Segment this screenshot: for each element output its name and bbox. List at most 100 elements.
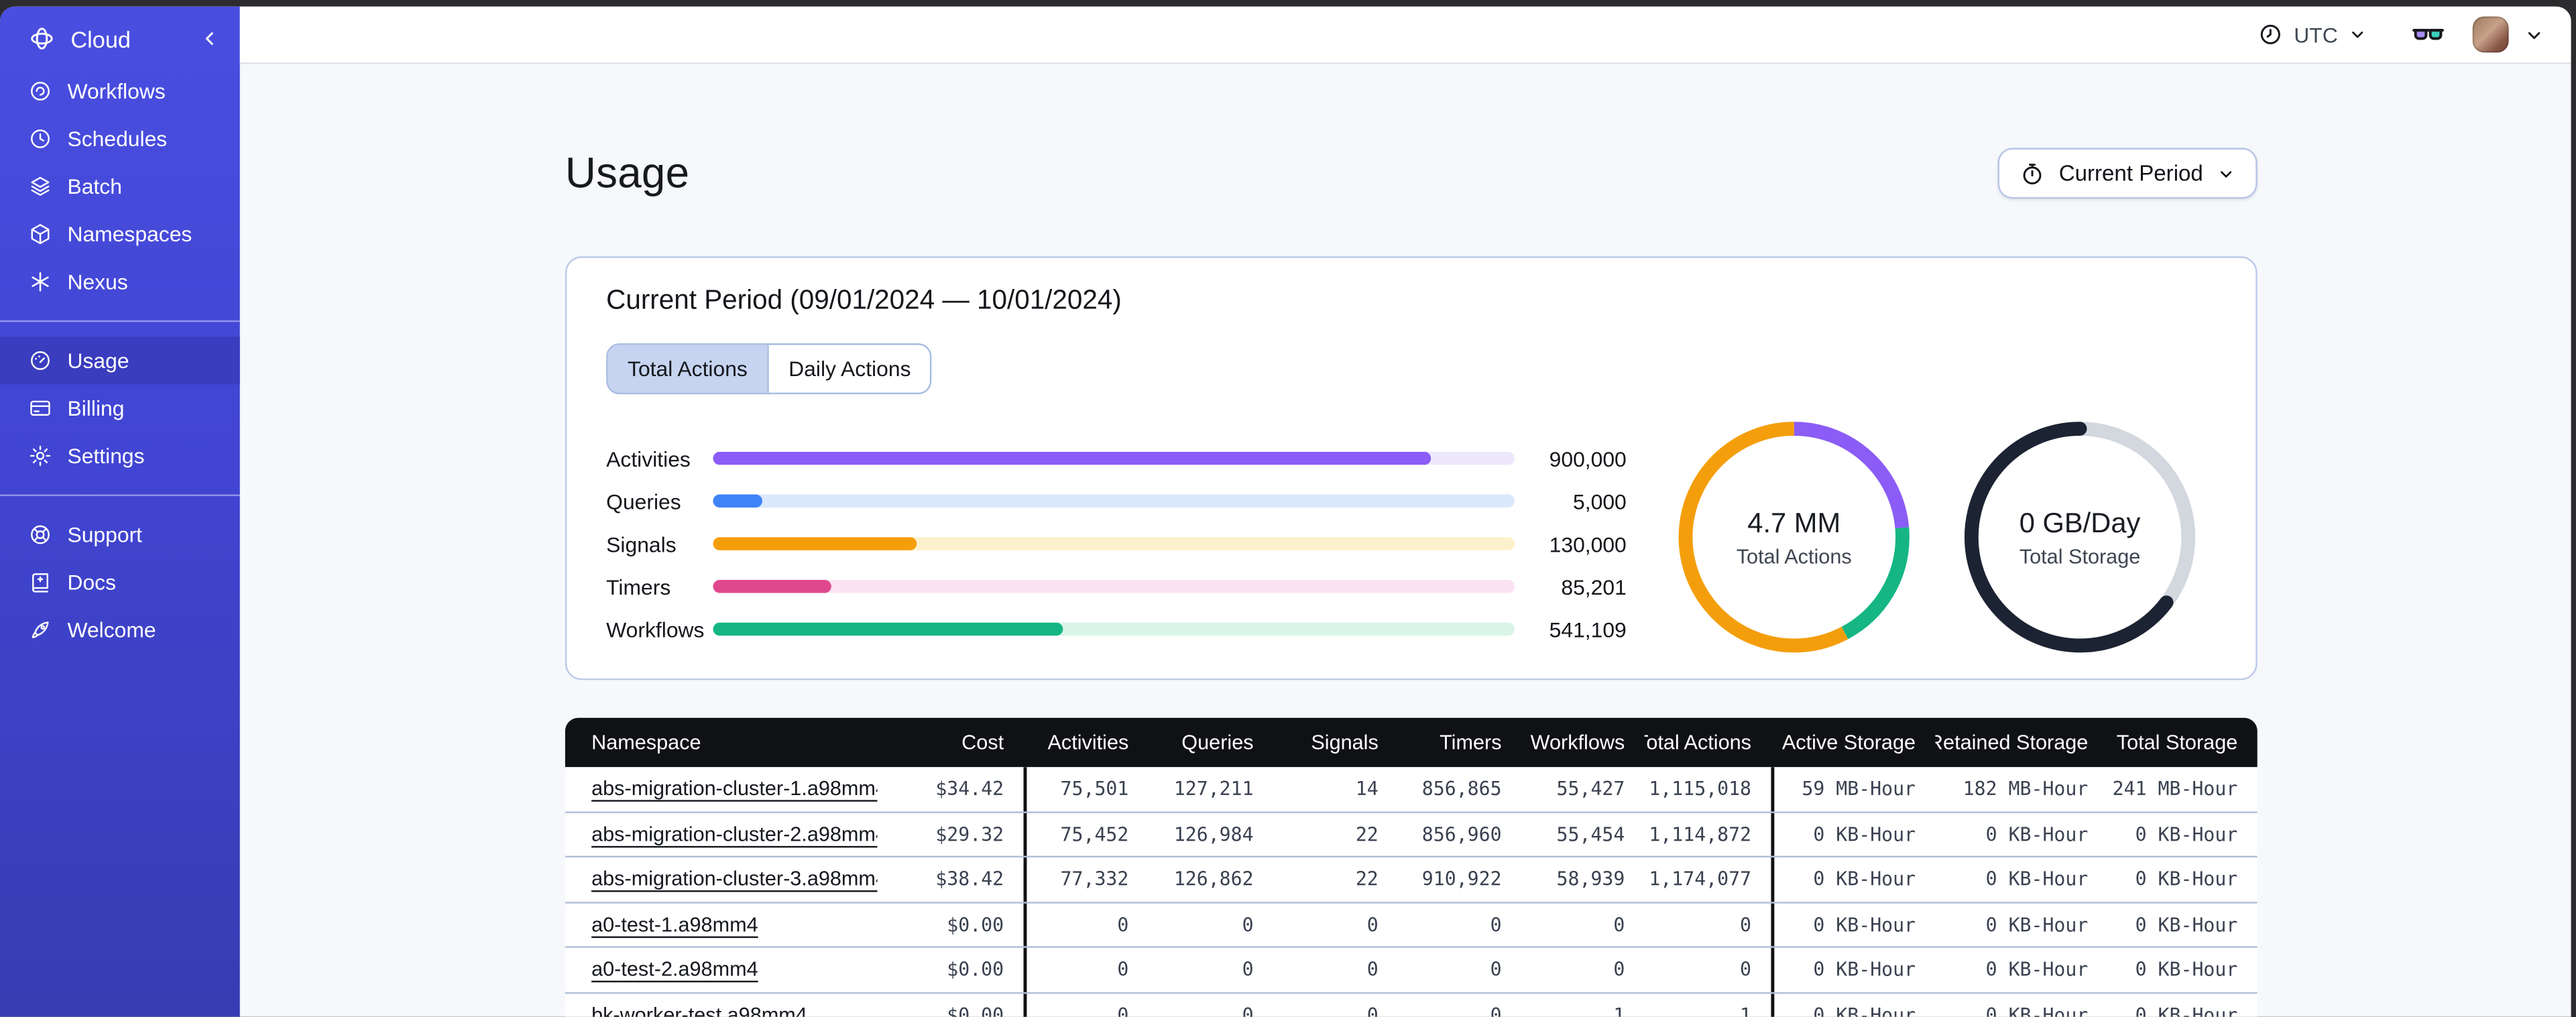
table-cell: 0 <box>1023 993 1149 1017</box>
table-cell: 55,454 <box>1556 822 1625 846</box>
sidebar-item-namespaces[interactable]: Namespaces <box>0 211 240 258</box>
tab-total-actions[interactable]: Total Actions <box>607 345 768 393</box>
sidebar-item-label: Settings <box>67 443 145 469</box>
batch-layers-icon <box>28 174 53 199</box>
table-row: a0-test-1.a98mm4 $0.00 0 0 0 0 0 0 0 KB-Hour 0 KB… <box>565 900 2258 947</box>
screen: Cloud Workflows Schedules Batch Namespac… <box>0 0 2576 1017</box>
bar-value: 541,109 <box>1549 617 1627 642</box>
welcome-rocket-icon <box>28 617 53 642</box>
bar-fill <box>713 622 1063 636</box>
namespace-link[interactable]: a0-test-2.a98mm4 <box>591 958 758 981</box>
usage-bar-row: Signals 130,000 <box>606 522 1627 565</box>
billing-card-icon <box>28 396 53 421</box>
table-cell: 856,865 <box>1421 777 1502 800</box>
brand-label: Cloud <box>70 25 131 52</box>
table-cell: 182 MB-Hour <box>1963 777 2089 800</box>
table-cell: $0.00 <box>947 1003 1004 1017</box>
table-cell: 0 KB-Hour <box>2135 822 2238 846</box>
donut-center-text: 0 GB/Day Total Storage <box>1956 414 2203 660</box>
app-window: Cloud Workflows Schedules Batch Namespac… <box>0 6 2571 1017</box>
bar-track <box>713 451 1515 465</box>
sidebar-item-settings[interactable]: Settings <box>0 432 240 479</box>
goggles-icon[interactable] <box>2410 17 2447 53</box>
table-cell: 0 KB-Hour <box>1771 902 1935 947</box>
table-cell: 1 <box>1740 1003 1752 1017</box>
usage-bar-row: Workflows 541,109 <box>606 608 1627 651</box>
table-cell: 0 KB-Hour <box>1771 993 1935 1017</box>
donut-center-text: 4.7 MM Total Actions <box>1671 414 1918 660</box>
namespace-link[interactable]: abs-migration-cluster-2.a98mm4 <box>591 823 877 845</box>
table-cell: 0 KB-Hour <box>1985 868 2089 891</box>
sidebar-item-label: Welcome <box>67 617 156 643</box>
total-storage-donut: 0 GB/Day Total Storage <box>1956 414 2203 660</box>
table-row: abs-migration-cluster-2.a98mm4 $29.32 75,4… <box>565 811 2258 856</box>
bar-fill <box>713 537 918 550</box>
column-header: Namespace <box>591 731 701 754</box>
sidebar-item-schedules[interactable]: Schedules <box>0 115 240 163</box>
sidebar-item-label: Batch <box>67 174 122 199</box>
usage-table-body: abs-migration-cluster-1.a98mm4 $34.42 75,5… <box>565 767 2258 1017</box>
table-cell: 0 KB-Hour <box>2135 958 2238 981</box>
table-cell: 77,332 <box>1023 857 1149 901</box>
table-cell: 0 <box>1740 912 1752 937</box>
table-cell: 1,174,077 <box>1649 868 1752 891</box>
namespace-usage-table: Namespace Cost Activities Queries Signals Tim… <box>565 717 2258 1017</box>
settings-gear-icon <box>28 444 53 469</box>
period-selector-button[interactable]: Current Period <box>1998 147 2258 199</box>
table-cell: 0 KB-Hour <box>1771 812 1935 856</box>
timezone-selector[interactable]: UTC <box>2258 21 2367 48</box>
table-cell: 75,452 <box>1023 812 1149 856</box>
namespace-link[interactable]: abs-migration-cluster-1.a98mm4 <box>591 778 877 800</box>
table-row: a0-test-2.a98mm4 $0.00 0 0 0 0 0 0 0 KB-Hour 0 KB… <box>565 946 2258 992</box>
table-cell: 0 <box>1490 912 1502 937</box>
table-row: bk-worker-test.a98mm4 $0.00 0 0 0 0 1 1 0 KB-Hou… <box>565 991 2258 1017</box>
sidebar-item-docs[interactable]: Docs <box>0 558 240 606</box>
total-actions-value: 4.7 MM <box>1747 506 1841 538</box>
table-cell: 1,115,018 <box>1649 777 1752 800</box>
period-card-title: Current Period (09/01/2024 — 10/01/2024) <box>606 286 1122 316</box>
table-cell: 0 KB-Hour <box>2135 868 2238 891</box>
workflows-icon <box>28 79 53 104</box>
table-cell: 127,211 <box>1173 777 1254 800</box>
sidebar-item-support[interactable]: Support <box>0 511 240 558</box>
sidebar-divider <box>0 494 240 496</box>
sidebar-item-batch[interactable]: Batch <box>0 163 240 211</box>
total-actions-donut: 4.7 MM Total Actions <box>1671 414 1918 660</box>
sidebar-item-billing[interactable]: Billing <box>0 384 240 432</box>
sidebar-brand: Cloud <box>0 7 240 61</box>
sidebar-item-workflows[interactable]: Workflows <box>0 67 240 115</box>
namespace-link[interactable]: a0-test-1.a98mm4 <box>591 913 758 936</box>
sidebar-item-welcome[interactable]: Welcome <box>0 606 240 654</box>
table-cell: 0 KB-Hour <box>2135 912 2238 937</box>
support-lifebuoy-icon <box>28 522 53 547</box>
namespace-link[interactable]: bk-worker-test.a98mm4 <box>591 1004 807 1017</box>
window-edge <box>2571 0 2576 1017</box>
user-avatar[interactable] <box>2472 16 2509 53</box>
bar-value: 85,201 <box>1561 574 1627 599</box>
namespace-link[interactable]: abs-migration-cluster-3.a98mm4 <box>591 868 877 890</box>
table-cell: 0 <box>1242 1003 1254 1017</box>
sidebar-item-label: Usage <box>67 348 129 373</box>
bar-value: 5,000 <box>1573 488 1627 514</box>
sidebar-nav-account: Usage Billing Settings <box>0 337 240 479</box>
table-cell: 14 <box>1355 777 1379 800</box>
docs-book-icon <box>28 570 53 595</box>
temporal-logo-icon <box>28 25 56 53</box>
tab-daily-actions[interactable]: Daily Actions <box>767 345 931 393</box>
main-content: Usage Current Period Current Period (09/… <box>240 66 2571 1017</box>
sidebar-nav-main: Workflows Schedules Batch Namespaces Nex… <box>0 67 240 305</box>
table-cell: 0 KB-Hour <box>1985 1003 2089 1017</box>
sidebar-item-label: Billing <box>67 396 125 421</box>
sidebar-collapse-button[interactable] <box>198 28 220 50</box>
table-cell: 55,427 <box>1556 777 1625 800</box>
sidebar-item-nexus[interactable]: Nexus <box>0 258 240 306</box>
sidebar-item-usage[interactable]: Usage <box>0 337 240 385</box>
sidebar: Cloud Workflows Schedules Batch Namespac… <box>0 6 240 1017</box>
usage-bar-row: Timers 85,201 <box>606 565 1627 608</box>
table-cell: 0 <box>1613 912 1625 937</box>
usage-summary-card: Current Period (09/01/2024 — 10/01/2024)… <box>565 256 2258 680</box>
bar-track <box>713 622 1515 636</box>
table-cell: 0 <box>1242 912 1254 937</box>
account-menu-chevron-icon[interactable] <box>2524 24 2545 46</box>
table-row: abs-migration-cluster-1.a98mm4 $34.42 75,5… <box>565 767 2258 811</box>
